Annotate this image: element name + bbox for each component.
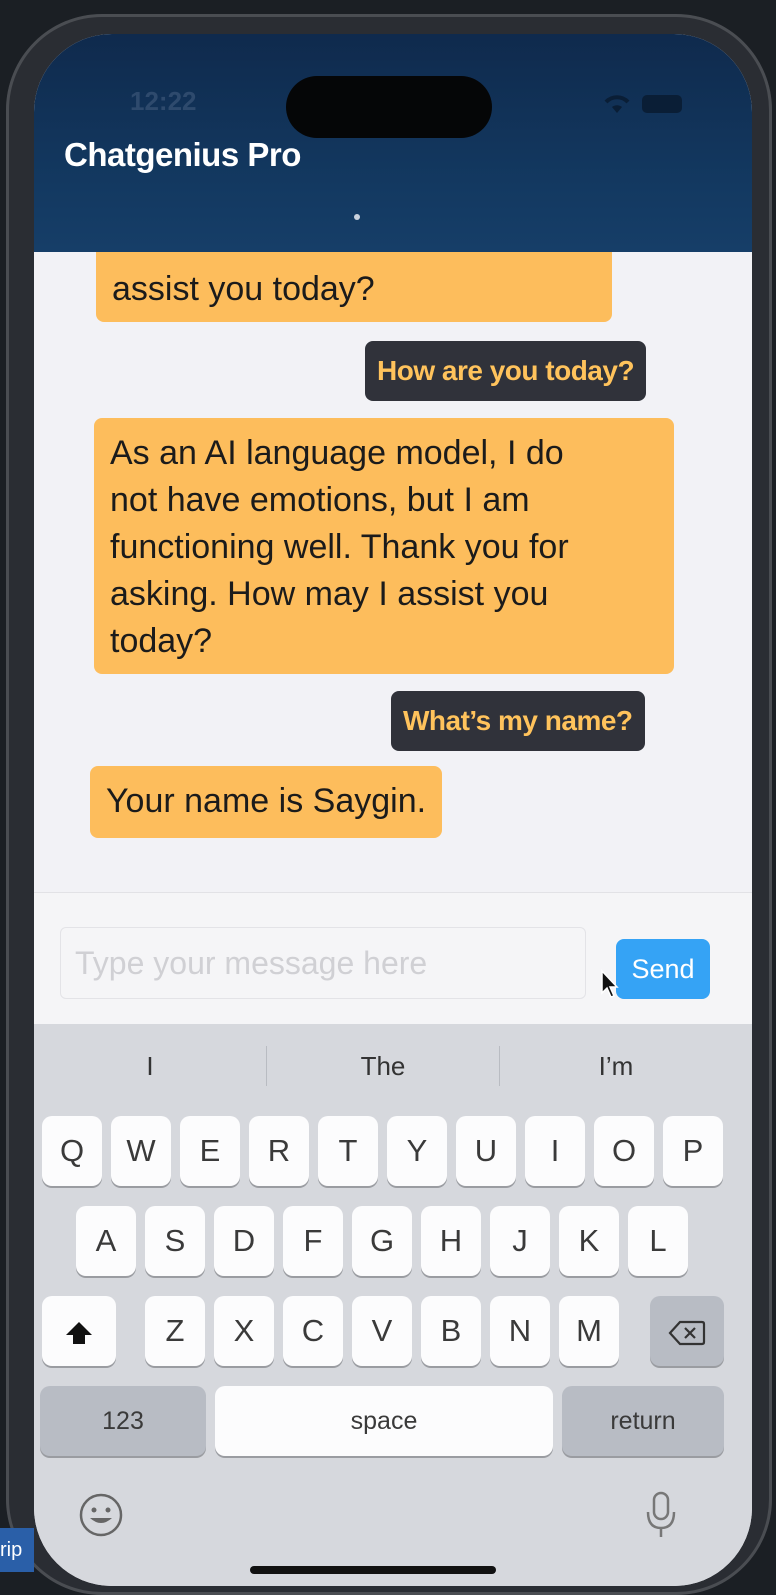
space-key[interactable]: space <box>215 1386 553 1456</box>
key-v[interactable]: V <box>352 1296 412 1366</box>
battery-icon <box>642 95 682 114</box>
user-message-text: How are you today? <box>377 355 635 386</box>
status-time: 12:22 <box>130 86 197 116</box>
key-x[interactable]: X <box>214 1296 274 1366</box>
emoji-icon <box>79 1493 123 1537</box>
shift-icon <box>66 1321 92 1344</box>
status-icons <box>602 90 682 116</box>
key-c[interactable]: C <box>283 1296 343 1366</box>
wifi-icon <box>604 95 630 114</box>
suggestion-item[interactable]: I’m <box>500 1024 732 1108</box>
microphone-icon <box>646 1491 676 1537</box>
key-e[interactable]: E <box>180 1116 240 1186</box>
bot-message: assist you today? <box>96 252 612 322</box>
suggestion-item[interactable]: I <box>34 1024 266 1108</box>
key-w[interactable]: W <box>111 1116 171 1186</box>
key-h[interactable]: H <box>421 1206 481 1276</box>
key-p[interactable]: P <box>663 1116 723 1186</box>
key-r[interactable]: R <box>249 1116 309 1186</box>
numbers-key[interactable]: 123 <box>40 1386 206 1456</box>
bot-message-text: assist you today? <box>112 270 375 308</box>
user-message: How are you today? <box>365 341 647 401</box>
on-screen-keyboard: I The I’m Q W E R T Y U I O P A S D F G … <box>34 1024 752 1586</box>
backspace-icon <box>668 1320 706 1345</box>
message-input[interactable] <box>60 927 586 999</box>
return-key[interactable]: return <box>562 1386 724 1456</box>
shift-key[interactable] <box>42 1296 116 1366</box>
key-y[interactable]: Y <box>387 1116 447 1186</box>
key-i[interactable]: I <box>525 1116 585 1186</box>
suggestion-bar: I The I’m <box>34 1024 752 1108</box>
key-q[interactable]: Q <box>42 1116 102 1186</box>
suggestion-item[interactable]: The <box>267 1024 499 1108</box>
key-d[interactable]: D <box>214 1206 274 1276</box>
app-header: 12:22 Chatgenius Pro <box>34 34 752 252</box>
app-screen: 12:22 Chatgenius Pro assist you today? H… <box>34 34 752 1586</box>
bot-message-line: asking. How may I assist you <box>110 575 549 613</box>
app-title: Chatgenius Pro <box>64 136 301 173</box>
dynamic-island <box>286 76 492 138</box>
dictation-button[interactable] <box>644 1490 678 1545</box>
emoji-button[interactable] <box>78 1492 124 1543</box>
header-dot <box>354 214 360 220</box>
bot-message-line: today? <box>110 622 213 660</box>
background-window-edge: rip <box>0 1528 34 1572</box>
key-s[interactable]: S <box>145 1206 205 1276</box>
user-message-text: What’s my name? <box>403 705 633 736</box>
bot-message: Your name is Saygin. <box>90 766 443 838</box>
send-button[interactable]: Send <box>616 939 710 999</box>
key-m[interactable]: M <box>559 1296 619 1366</box>
key-n[interactable]: N <box>490 1296 550 1366</box>
key-t[interactable]: T <box>318 1116 378 1186</box>
key-f[interactable]: F <box>283 1206 343 1276</box>
chat-messages[interactable]: assist you today? How are you today? As … <box>34 252 752 892</box>
mouse-pointer-icon <box>601 969 619 998</box>
key-a[interactable]: A <box>76 1206 136 1276</box>
phone-frame: 12:22 Chatgenius Pro assist you today? H… <box>6 14 772 1595</box>
backspace-key[interactable] <box>650 1296 724 1366</box>
key-z[interactable]: Z <box>145 1296 205 1366</box>
bot-message-text: Your name is Saygin. <box>106 782 427 820</box>
home-indicator[interactable] <box>250 1566 496 1574</box>
key-b[interactable]: B <box>421 1296 481 1366</box>
key-o[interactable]: O <box>594 1116 654 1186</box>
bot-message-line: functioning well. Thank you for <box>110 528 569 566</box>
user-message: What’s my name? <box>391 691 645 751</box>
bot-message-line: not have emotions, but I am <box>110 481 530 519</box>
bot-message: As an AI language model, I do not have e… <box>94 418 674 674</box>
key-j[interactable]: J <box>490 1206 550 1276</box>
bot-message-line: As an AI language model, I do <box>110 434 564 472</box>
key-l[interactable]: L <box>628 1206 688 1276</box>
composer-bar: Send <box>34 892 752 1035</box>
key-g[interactable]: G <box>352 1206 412 1276</box>
key-k[interactable]: K <box>559 1206 619 1276</box>
key-u[interactable]: U <box>456 1116 516 1186</box>
